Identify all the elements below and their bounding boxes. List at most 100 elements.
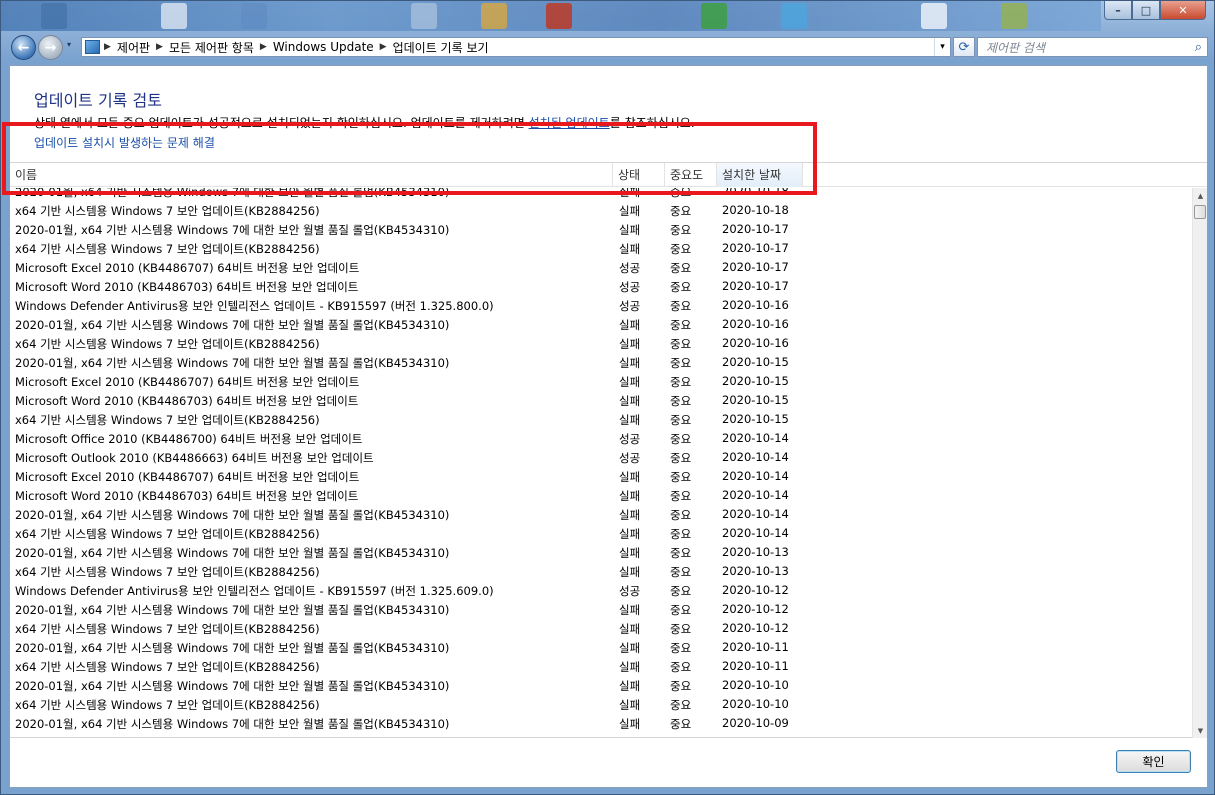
scroll-up-button[interactable]: ▲ — [1193, 188, 1208, 203]
row-importance: 중요 — [670, 641, 692, 655]
breadcrumb-control-panel[interactable]: 제어판 — [117, 39, 150, 56]
recent-pages-dropdown[interactable]: ▾ — [67, 40, 71, 49]
background-tile — [241, 3, 267, 29]
row-date: 2020-10-17 — [722, 260, 789, 274]
search-box[interactable]: 제어판 검색 ⌕ — [977, 37, 1208, 57]
row-status: 실패 — [619, 546, 641, 560]
table-row[interactable]: x64 기반 시스템용 Windows 7 보안 업데이트(KB2884256)… — [10, 657, 1192, 676]
row-status: 실패 — [619, 603, 641, 617]
search-input[interactable]: 제어판 검색 — [986, 39, 1045, 56]
close-button[interactable]: ✕ — [1160, 1, 1206, 20]
table-row[interactable]: 2020-01월, x64 기반 시스템용 Windows 7에 대한 보안 월… — [10, 315, 1192, 334]
table-row[interactable]: 2020-01월, x64 기반 시스템용 Windows 7에 대한 보안 월… — [10, 714, 1192, 733]
row-status: 실패 — [619, 337, 641, 351]
row-importance: 중요 — [670, 375, 692, 389]
row-name: Microsoft Word 2010 (KB4486703) 64비트 버전용… — [15, 394, 359, 408]
vertical-scrollbar[interactable]: ▲ ▼ — [1192, 188, 1207, 738]
list-rows: 2020-01월, x64 기반 시스템용 Windows 7에 대한 보안 월… — [10, 188, 1192, 738]
row-status: 실패 — [619, 375, 641, 389]
row-importance: 중요 — [670, 527, 692, 541]
row-status: 성공 — [619, 299, 641, 313]
window-frame: – □ ✕ ← → ▾ ▶ 제어판 ▶ 모든 제어판 항목 ▶ Windows … — [0, 0, 1215, 795]
row-name: 2020-01월, x64 기반 시스템용 Windows 7에 대한 보안 월… — [15, 318, 450, 332]
breadcrumb-all-items[interactable]: 모든 제어판 항목 — [169, 39, 254, 56]
table-row[interactable]: x64 기반 시스템용 Windows 7 보안 업데이트(KB2884256)… — [10, 524, 1192, 543]
address-bar[interactable]: ▶ 제어판 ▶ 모든 제어판 항목 ▶ Windows Update ▶ 업데이… — [81, 37, 951, 57]
title-bar[interactable] — [1, 1, 1101, 31]
table-row[interactable]: x64 기반 시스템용 Windows 7 보안 업데이트(KB2884256)… — [10, 201, 1192, 220]
minimize-button[interactable]: – — [1104, 1, 1132, 20]
table-row[interactable]: x64 기반 시스템용 Windows 7 보안 업데이트(KB2884256)… — [10, 619, 1192, 638]
table-row[interactable]: 2020-01월, x64 기반 시스템용 Windows 7에 대한 보안 월… — [10, 543, 1192, 562]
row-importance: 중요 — [670, 394, 692, 408]
row-name: Microsoft Outlook 2010 (KB4486663) 64비트 … — [15, 451, 374, 465]
chevron-right-icon[interactable]: ▶ — [156, 42, 163, 52]
row-date: 2020-10-14 — [722, 431, 789, 445]
row-date: 2020-10-11 — [722, 659, 789, 673]
table-row[interactable]: 2020-01월, x64 기반 시스템용 Windows 7에 대한 보안 월… — [10, 220, 1192, 239]
row-status: 실패 — [619, 698, 641, 712]
background-tile — [41, 3, 67, 29]
row-date: 2020-10-13 — [722, 564, 789, 578]
table-row[interactable]: x64 기반 시스템용 Windows 7 보안 업데이트(KB2884256)… — [10, 334, 1192, 353]
table-row[interactable]: Microsoft Excel 2010 (KB4486707) 64비트 버전… — [10, 372, 1192, 391]
scroll-down-button[interactable]: ▼ — [1193, 723, 1208, 738]
address-dropdown[interactable]: ▾ — [934, 38, 950, 56]
row-name: 2020-01월, x64 기반 시스템용 Windows 7에 대한 보안 월… — [15, 508, 450, 522]
table-row[interactable]: x64 기반 시스템용 Windows 7 보안 업데이트(KB2884256)… — [10, 695, 1192, 714]
page-title: 업데이트 기록 검토 — [34, 91, 162, 110]
row-date: 2020-10-10 — [722, 697, 789, 711]
update-history-list: 이름 상태 중요도 ⌵ 설치한 날짜 2020-01월, x64 기반 시스템용… — [10, 162, 1207, 738]
table-row[interactable]: 2020-01월, x64 기반 시스템용 Windows 7에 대한 보안 월… — [10, 353, 1192, 372]
table-row[interactable]: x64 기반 시스템용 Windows 7 보안 업데이트(KB2884256)… — [10, 410, 1192, 429]
row-name: Microsoft Excel 2010 (KB4486707) 64비트 버전… — [15, 375, 360, 389]
row-status: 실패 — [619, 204, 641, 218]
table-row[interactable]: 2020-01월, x64 기반 시스템용 Windows 7에 대한 보안 월… — [10, 676, 1192, 695]
table-row[interactable]: x64 기반 시스템용 Windows 7 보안 업데이트(KB2884256)… — [10, 562, 1192, 581]
row-name: Windows Defender Antivirus용 보안 인텔리전스 업데이… — [15, 584, 494, 598]
row-status: 실패 — [619, 565, 641, 579]
search-icon[interactable]: ⌕ — [1195, 40, 1202, 55]
table-row[interactable]: Microsoft Word 2010 (KB4486703) 64비트 버전용… — [10, 277, 1192, 296]
table-row[interactable]: Microsoft Office 2010 (KB4486700) 64비트 버… — [10, 429, 1192, 448]
row-importance: 중요 — [670, 242, 692, 256]
back-button[interactable]: ← — [11, 35, 36, 60]
row-status: 실패 — [619, 413, 641, 427]
table-row[interactable]: 2020-01월, x64 기반 시스템용 Windows 7에 대한 보안 월… — [10, 638, 1192, 657]
table-row[interactable]: 2020-01월, x64 기반 시스템용 Windows 7에 대한 보안 월… — [10, 600, 1192, 619]
table-row[interactable]: Microsoft Excel 2010 (KB4486707) 64비트 버전… — [10, 258, 1192, 277]
row-importance: 중요 — [670, 546, 692, 560]
table-row[interactable]: Microsoft Outlook 2010 (KB4486663) 64비트 … — [10, 448, 1192, 467]
table-row[interactable]: 2020-01월, x64 기반 시스템용 Windows 7에 대한 보안 월… — [10, 505, 1192, 524]
row-status: 실패 — [619, 470, 641, 484]
table-row[interactable]: Microsoft Word 2010 (KB4486703) 64비트 버전용… — [10, 486, 1192, 505]
row-name: Microsoft Excel 2010 (KB4486707) 64비트 버전… — [15, 470, 360, 484]
row-name: x64 기반 시스템용 Windows 7 보안 업데이트(KB2884256) — [15, 660, 320, 674]
caption-buttons: – □ ✕ — [1104, 1, 1206, 20]
row-importance: 중요 — [670, 508, 692, 522]
row-date: 2020-10-13 — [722, 545, 789, 559]
table-row[interactable]: Windows Defender Antivirus용 보안 인텔리전스 업데이… — [10, 296, 1192, 315]
row-date: 2020-10-14 — [722, 507, 789, 521]
ok-button[interactable]: 확인 — [1116, 750, 1191, 773]
breadcrumb-windows-update[interactable]: Windows Update — [273, 40, 374, 54]
table-row[interactable]: Windows Defender Antivirus용 보안 인텔리전스 업데이… — [10, 581, 1192, 600]
row-date: 2020-10-14 — [722, 450, 789, 464]
refresh-button[interactable]: ⟳ — [953, 37, 975, 57]
row-status: 실패 — [619, 717, 641, 731]
maximize-button[interactable]: □ — [1132, 1, 1160, 20]
row-name: Microsoft Office 2010 (KB4486700) 64비트 버… — [15, 432, 363, 446]
chevron-right-icon[interactable]: ▶ — [260, 42, 267, 52]
row-date: 2020-10-10 — [722, 678, 789, 692]
background-tile — [1001, 3, 1027, 29]
breadcrumb-view-history[interactable]: 업데이트 기록 보기 — [393, 39, 489, 56]
table-row[interactable]: x64 기반 시스템용 Windows 7 보안 업데이트(KB2884256)… — [10, 239, 1192, 258]
table-row[interactable]: Microsoft Word 2010 (KB4486703) 64비트 버전용… — [10, 391, 1192, 410]
scroll-thumb[interactable] — [1194, 205, 1206, 219]
forward-button[interactable]: → — [38, 35, 63, 60]
chevron-right-icon[interactable]: ▶ — [104, 42, 111, 52]
row-importance: 중요 — [670, 337, 692, 351]
table-row[interactable]: Microsoft Excel 2010 (KB4486707) 64비트 버전… — [10, 467, 1192, 486]
row-status: 실패 — [619, 394, 641, 408]
chevron-right-icon[interactable]: ▶ — [380, 42, 387, 52]
